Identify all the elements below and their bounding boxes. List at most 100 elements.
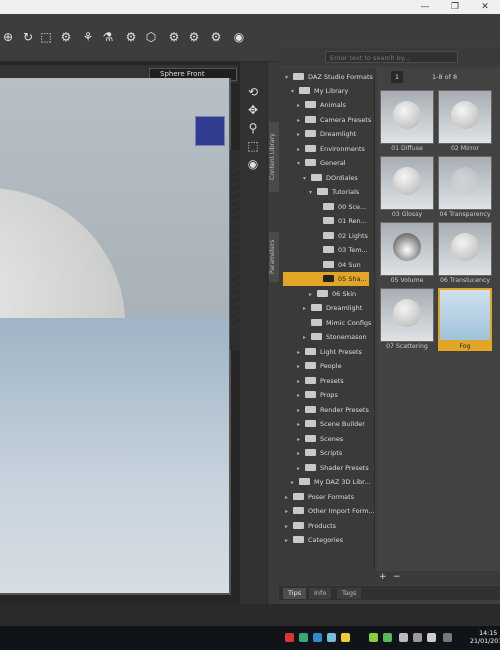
floor-plane bbox=[0, 318, 229, 593]
tool-icon[interactable]: ⚘ bbox=[80, 28, 96, 46]
asset-tile[interactable]: 07 Scattering bbox=[380, 288, 434, 350]
asset-tile[interactable]: 06 Translucency bbox=[438, 222, 492, 284]
remove-button[interactable]: − bbox=[393, 572, 401, 582]
tree-item[interactable]: ▸ Camera Presets bbox=[297, 113, 371, 127]
page-number[interactable]: 1 bbox=[391, 71, 403, 83]
tool-icon[interactable]: ⚙ bbox=[166, 28, 182, 46]
tool-icon[interactable]: ⚙ bbox=[123, 28, 139, 46]
tool-icon[interactable]: ↻ bbox=[20, 28, 36, 46]
minimize-button[interactable]: — bbox=[410, 0, 440, 14]
page-range: 1-8 of 8 bbox=[432, 73, 458, 81]
tool-icon[interactable]: ⚙ bbox=[208, 28, 224, 46]
bottom-tabs: Tips Info Tags bbox=[279, 586, 500, 600]
tree-item[interactable]: ▸ Stonemason bbox=[303, 330, 367, 344]
search-input[interactable]: Enter text to search by... bbox=[325, 51, 458, 63]
tray-icon[interactable] bbox=[413, 633, 422, 642]
tree-item[interactable]: 03 Tem... bbox=[315, 243, 368, 257]
thumbnail bbox=[380, 156, 434, 210]
tree-item[interactable]: 00 Sce... bbox=[315, 200, 366, 214]
tree-item[interactable]: ▸ Scripts bbox=[297, 446, 342, 460]
thumbnail bbox=[438, 222, 492, 276]
tree-item[interactable]: ▾ DOrdiales bbox=[303, 171, 358, 185]
tree-item[interactable]: ▾ My Library bbox=[291, 84, 348, 98]
tool-icon[interactable]: ⚙ bbox=[58, 28, 74, 46]
render-icon[interactable]: ◉ bbox=[231, 28, 247, 46]
tree-item[interactable]: 01 Ren... bbox=[315, 214, 367, 228]
asset-tile[interactable]: 04 Transparency bbox=[438, 156, 492, 218]
tree-item[interactable]: ▾ DAZ Studio Formats bbox=[285, 70, 373, 84]
tray-icon[interactable] bbox=[299, 633, 308, 642]
tab-tips[interactable]: Tips bbox=[283, 588, 307, 599]
pan-icon[interactable]: ✥ bbox=[245, 102, 261, 118]
tree-item[interactable]: ▸ Light Presets bbox=[297, 345, 362, 359]
thumbnail bbox=[438, 288, 492, 342]
thumbnail bbox=[380, 288, 434, 342]
tree-item[interactable]: ▸ Shader Presets bbox=[297, 461, 369, 475]
viewport[interactable]: Sphere Front bbox=[0, 62, 240, 604]
tree-item[interactable]: ▸ People bbox=[297, 359, 342, 373]
tree-item[interactable]: 04 Sun bbox=[315, 258, 361, 272]
tree-item[interactable]: ▸ Dreamlight bbox=[297, 127, 356, 141]
tree-item[interactable]: ▸ Products bbox=[285, 519, 336, 533]
thumbnail bbox=[438, 90, 492, 144]
tree-item[interactable]: ▸ Animals bbox=[297, 98, 346, 112]
network-icon[interactable] bbox=[443, 633, 452, 642]
tree-item[interactable]: Mimic Configs bbox=[303, 316, 371, 330]
asset-tile[interactable]: 05 Volume bbox=[380, 222, 434, 284]
tray-icon[interactable] bbox=[327, 633, 336, 642]
tree-item[interactable]: ▾ Tutorials bbox=[309, 185, 359, 199]
tree-item[interactable]: ▸ 06 Skin bbox=[309, 287, 356, 301]
asset-tile[interactable]: 03 Glossy bbox=[380, 156, 434, 218]
tree-item[interactable]: ▸ Scene Builder bbox=[297, 417, 365, 431]
tree-item[interactable]: ▸ Poser Formats bbox=[285, 490, 354, 504]
close-button[interactable]: ✕ bbox=[470, 0, 500, 14]
title-bar: — ❐ ✕ bbox=[0, 0, 500, 14]
thumbnail bbox=[438, 156, 492, 210]
tab-content-library[interactable]: Content Library bbox=[269, 122, 279, 192]
tool-icon[interactable]: ⚙ bbox=[186, 28, 202, 46]
tree-item[interactable]: ▸ Scenes bbox=[297, 432, 343, 446]
tool-icon[interactable]: ⬚ bbox=[38, 28, 54, 46]
search-row: Enter text to search by... bbox=[279, 48, 500, 66]
tool-icon[interactable]: ⬡ bbox=[143, 28, 159, 46]
asset-tile-selected[interactable]: Fog bbox=[438, 288, 492, 351]
add-button[interactable]: + bbox=[379, 572, 387, 582]
zoom-icon[interactable]: ⚲ bbox=[245, 120, 261, 136]
view-cube-icon[interactable] bbox=[195, 116, 225, 146]
tray-icon[interactable] bbox=[369, 633, 378, 642]
tray-icon[interactable] bbox=[313, 633, 322, 642]
tree-item[interactable]: ▸ Presets bbox=[297, 374, 344, 388]
tree-item[interactable]: ▸ Environments bbox=[297, 142, 365, 156]
taskbar: 14:15 21/01/2016 bbox=[0, 626, 500, 650]
tree-item[interactable]: ▸ Render Presets bbox=[297, 403, 369, 417]
tray-icon[interactable] bbox=[383, 633, 392, 642]
render-view[interactable] bbox=[0, 78, 231, 595]
tab-tags[interactable]: Tags bbox=[337, 588, 362, 599]
tree-item[interactable]: ▸ Categories bbox=[285, 533, 343, 547]
tray-icon[interactable] bbox=[399, 633, 408, 642]
tab-info[interactable]: Info bbox=[309, 588, 332, 599]
tree-item[interactable]: ▸ Props bbox=[297, 388, 338, 402]
tab-parameters[interactable]: Parameters bbox=[269, 232, 279, 282]
tray-icon[interactable] bbox=[341, 633, 350, 642]
camera-icon[interactable]: ◉ bbox=[245, 156, 261, 172]
asset-grid: 1 1-8 of 8 01 Diffuse 02 Mirror 03 Gloss… bbox=[377, 68, 500, 578]
tray-icon[interactable] bbox=[285, 633, 294, 642]
restore-button[interactable]: ❐ bbox=[440, 0, 470, 14]
tree-item-selected[interactable]: 05 Sha... bbox=[283, 272, 369, 286]
asset-tile[interactable]: 01 Diffuse bbox=[380, 90, 434, 152]
tree-item[interactable]: ▾ General bbox=[297, 156, 346, 170]
asset-tile[interactable]: 02 Mirror bbox=[438, 90, 492, 152]
tree-item[interactable]: ▸ Other Import Form... bbox=[285, 504, 374, 518]
thumbnail bbox=[380, 222, 434, 276]
frame-icon[interactable]: ⬚ bbox=[245, 138, 261, 154]
clock[interactable]: 14:15 21/01/2016 bbox=[470, 630, 500, 646]
speaker-icon[interactable] bbox=[427, 633, 436, 642]
tree-item[interactable]: ▸ Dreamlight bbox=[303, 301, 362, 315]
tree-item[interactable]: ▸ My DAZ 3D Libr... bbox=[291, 475, 370, 489]
tree-item[interactable]: 02 Lights bbox=[315, 229, 368, 243]
tool-icon[interactable]: ⚗ bbox=[100, 28, 116, 46]
vertical-tab-strip: Content Library Parameters bbox=[267, 62, 279, 604]
tool-icon[interactable]: ⊕ bbox=[0, 28, 16, 46]
orbit-icon[interactable]: ⟲ bbox=[245, 84, 261, 100]
